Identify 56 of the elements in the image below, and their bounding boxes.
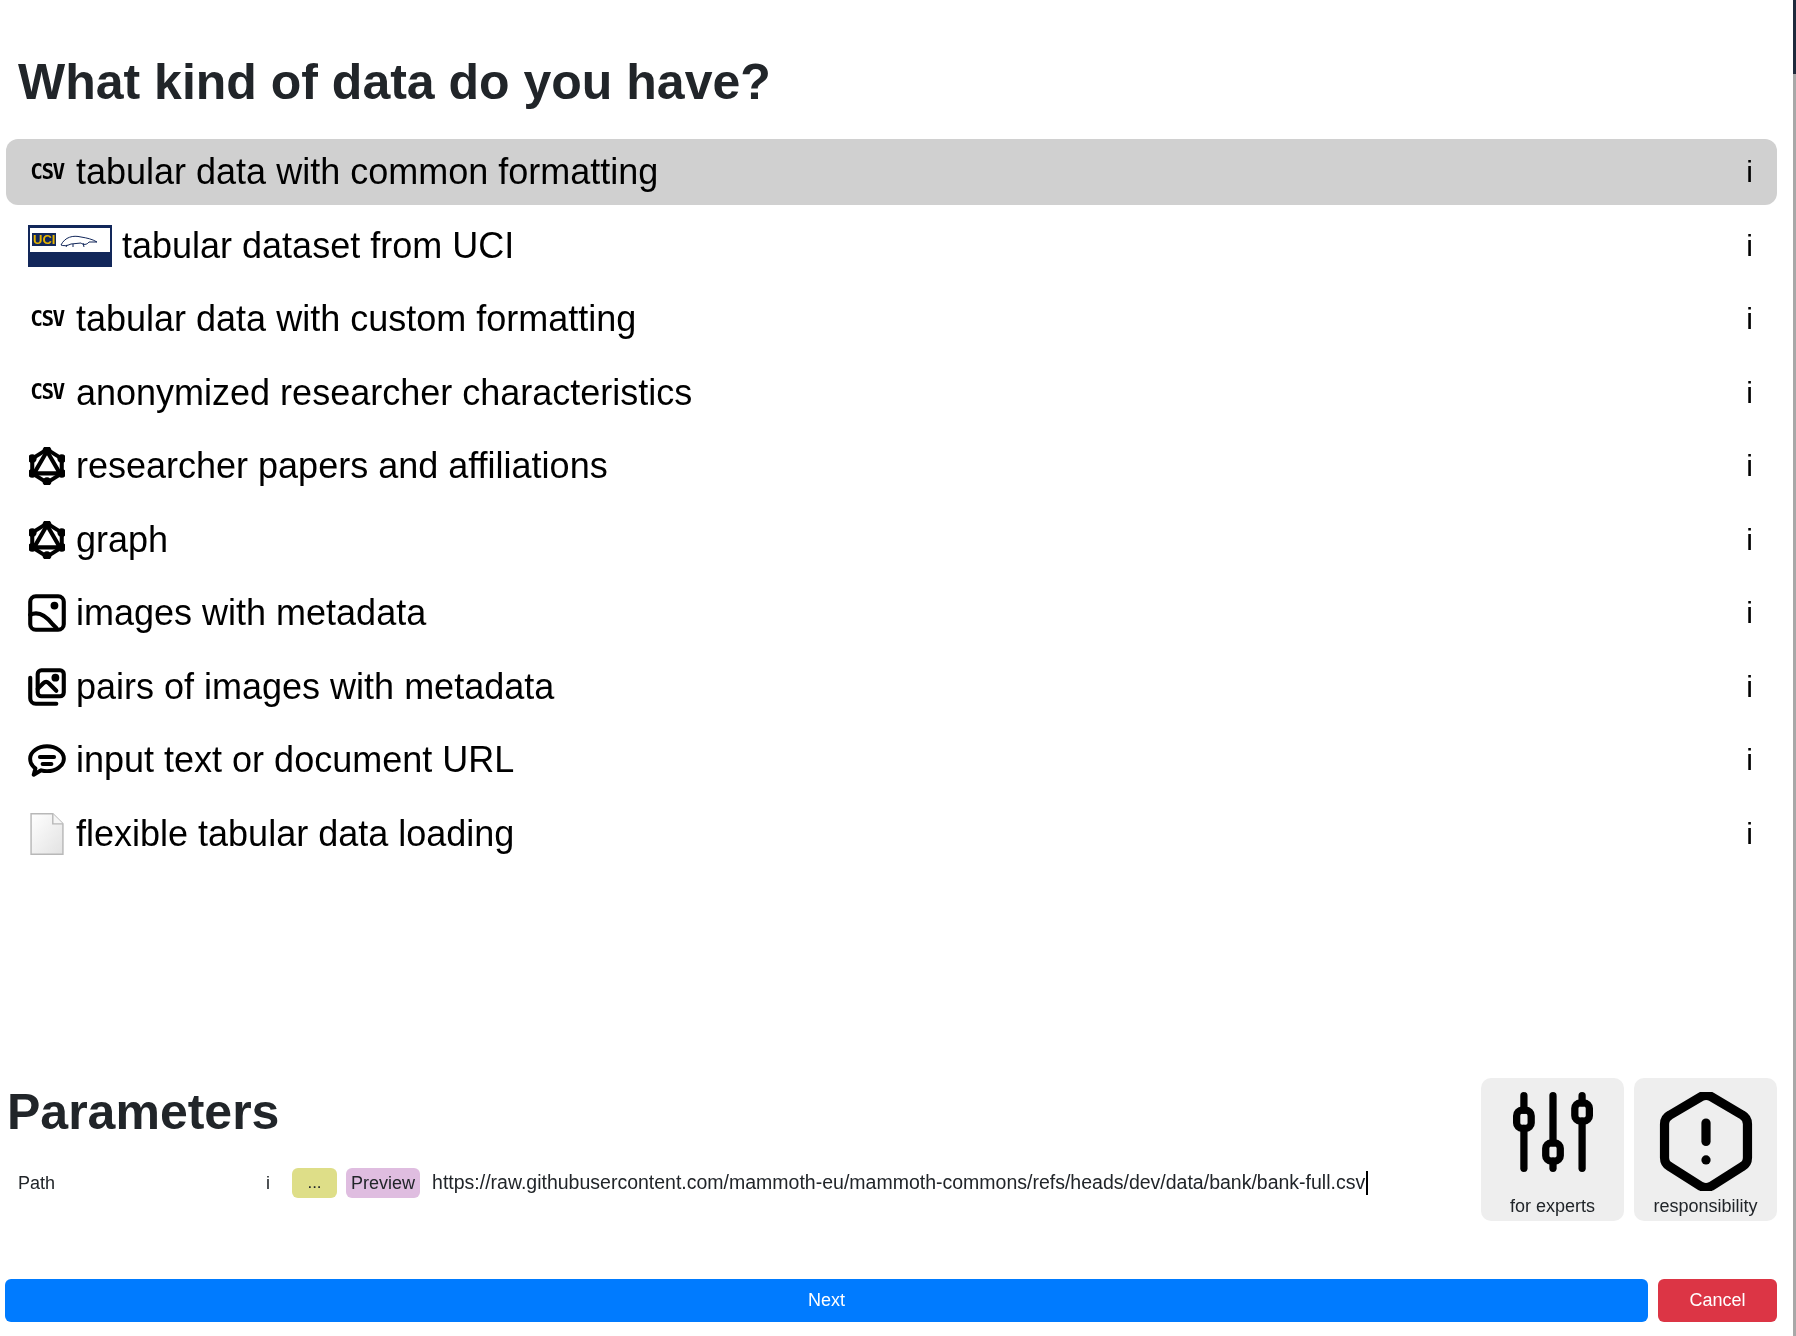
option-label: pairs of images with metadata xyxy=(76,664,556,709)
data-type-option[interactable]: researcher papers and affiliations i xyxy=(6,433,1777,499)
data-type-option[interactable]: pairs of images with metadata i xyxy=(6,653,1777,720)
data-type-option[interactable]: CSV tabular data with common formatting i xyxy=(6,139,1777,205)
file-icon xyxy=(30,812,64,855)
data-type-option[interactable]: graph i xyxy=(6,506,1777,573)
option-label: flexible tabular data loading xyxy=(76,811,516,856)
info-button[interactable]: i xyxy=(1744,521,1755,558)
file-type-label: CSV xyxy=(29,382,66,403)
info-button[interactable]: i xyxy=(1744,227,1755,264)
option-label: researcher papers and affiliations xyxy=(76,444,609,488)
option-card[interactable]: responsibility xyxy=(1634,1078,1777,1221)
data-type-option[interactable]: images with metadata i xyxy=(6,580,1777,646)
file-type-label: CSV xyxy=(29,308,66,330)
message-icon xyxy=(28,743,66,777)
network-icon xyxy=(29,447,65,485)
sliders-icon xyxy=(1512,1092,1593,1172)
text-cursor-icon xyxy=(1366,1171,1369,1195)
image-icon xyxy=(28,594,66,632)
option-label: tabular dataset from UCI xyxy=(122,223,516,268)
preview-button[interactable]: Preview xyxy=(346,1168,421,1198)
page-title: What kind of data do you have? xyxy=(18,53,771,112)
section-title: Parameters xyxy=(7,1083,280,1142)
data-type-option[interactable]: UCI tabular dataset from UCI i xyxy=(6,212,1777,279)
alert-icon xyxy=(1658,1092,1753,1191)
option-label: tabular data with common formatting xyxy=(76,150,660,194)
info-button[interactable]: i xyxy=(1744,595,1755,631)
browse-button[interactable]: ... xyxy=(292,1168,337,1198)
info-button[interactable]: i xyxy=(1744,154,1755,190)
card-label: responsibility xyxy=(1653,1195,1758,1217)
next-button[interactable]: Next xyxy=(5,1279,1648,1322)
data-type-option[interactable]: input text or document URL i xyxy=(6,727,1777,793)
option-label: anonymized researcher characteristics xyxy=(76,370,694,415)
option-card[interactable]: for experts xyxy=(1481,1078,1624,1221)
path-input[interactable]: https://raw.githubusercontent.com/mammoth-eu/mammoth-commons/refs/heads/dev/data/bank/bank-full.csv xyxy=(432,1168,1369,1198)
info-button[interactable]: i xyxy=(1744,374,1755,411)
data-type-option[interactable]: CSV tabular data with custom formatting i xyxy=(6,286,1777,352)
option-label: graph xyxy=(76,517,170,562)
data-type-option[interactable]: CSV anonymized researcher characteristics i xyxy=(6,359,1777,426)
info-button[interactable]: i xyxy=(1744,742,1755,778)
file-type-label: CSV xyxy=(29,161,66,183)
info-button[interactable]: i xyxy=(1744,815,1755,852)
field-label: Path xyxy=(18,1171,57,1195)
info-button[interactable]: i xyxy=(1744,668,1755,705)
images-icon xyxy=(28,667,66,706)
cancel-button[interactable]: Cancel xyxy=(1658,1279,1777,1322)
logo-text: UCI xyxy=(32,233,57,246)
option-label: tabular data with custom formatting xyxy=(76,297,638,341)
info-button[interactable]: i xyxy=(1744,448,1755,484)
data-type-option[interactable]: flexible tabular data loading i xyxy=(6,800,1777,867)
option-label: input text or document URL xyxy=(76,738,516,782)
network-icon xyxy=(29,520,65,559)
info-button[interactable]: i xyxy=(264,1169,272,1197)
option-label: images with metadata xyxy=(76,591,428,635)
info-button[interactable]: i xyxy=(1744,301,1755,337)
card-label: for experts xyxy=(1509,1195,1595,1217)
